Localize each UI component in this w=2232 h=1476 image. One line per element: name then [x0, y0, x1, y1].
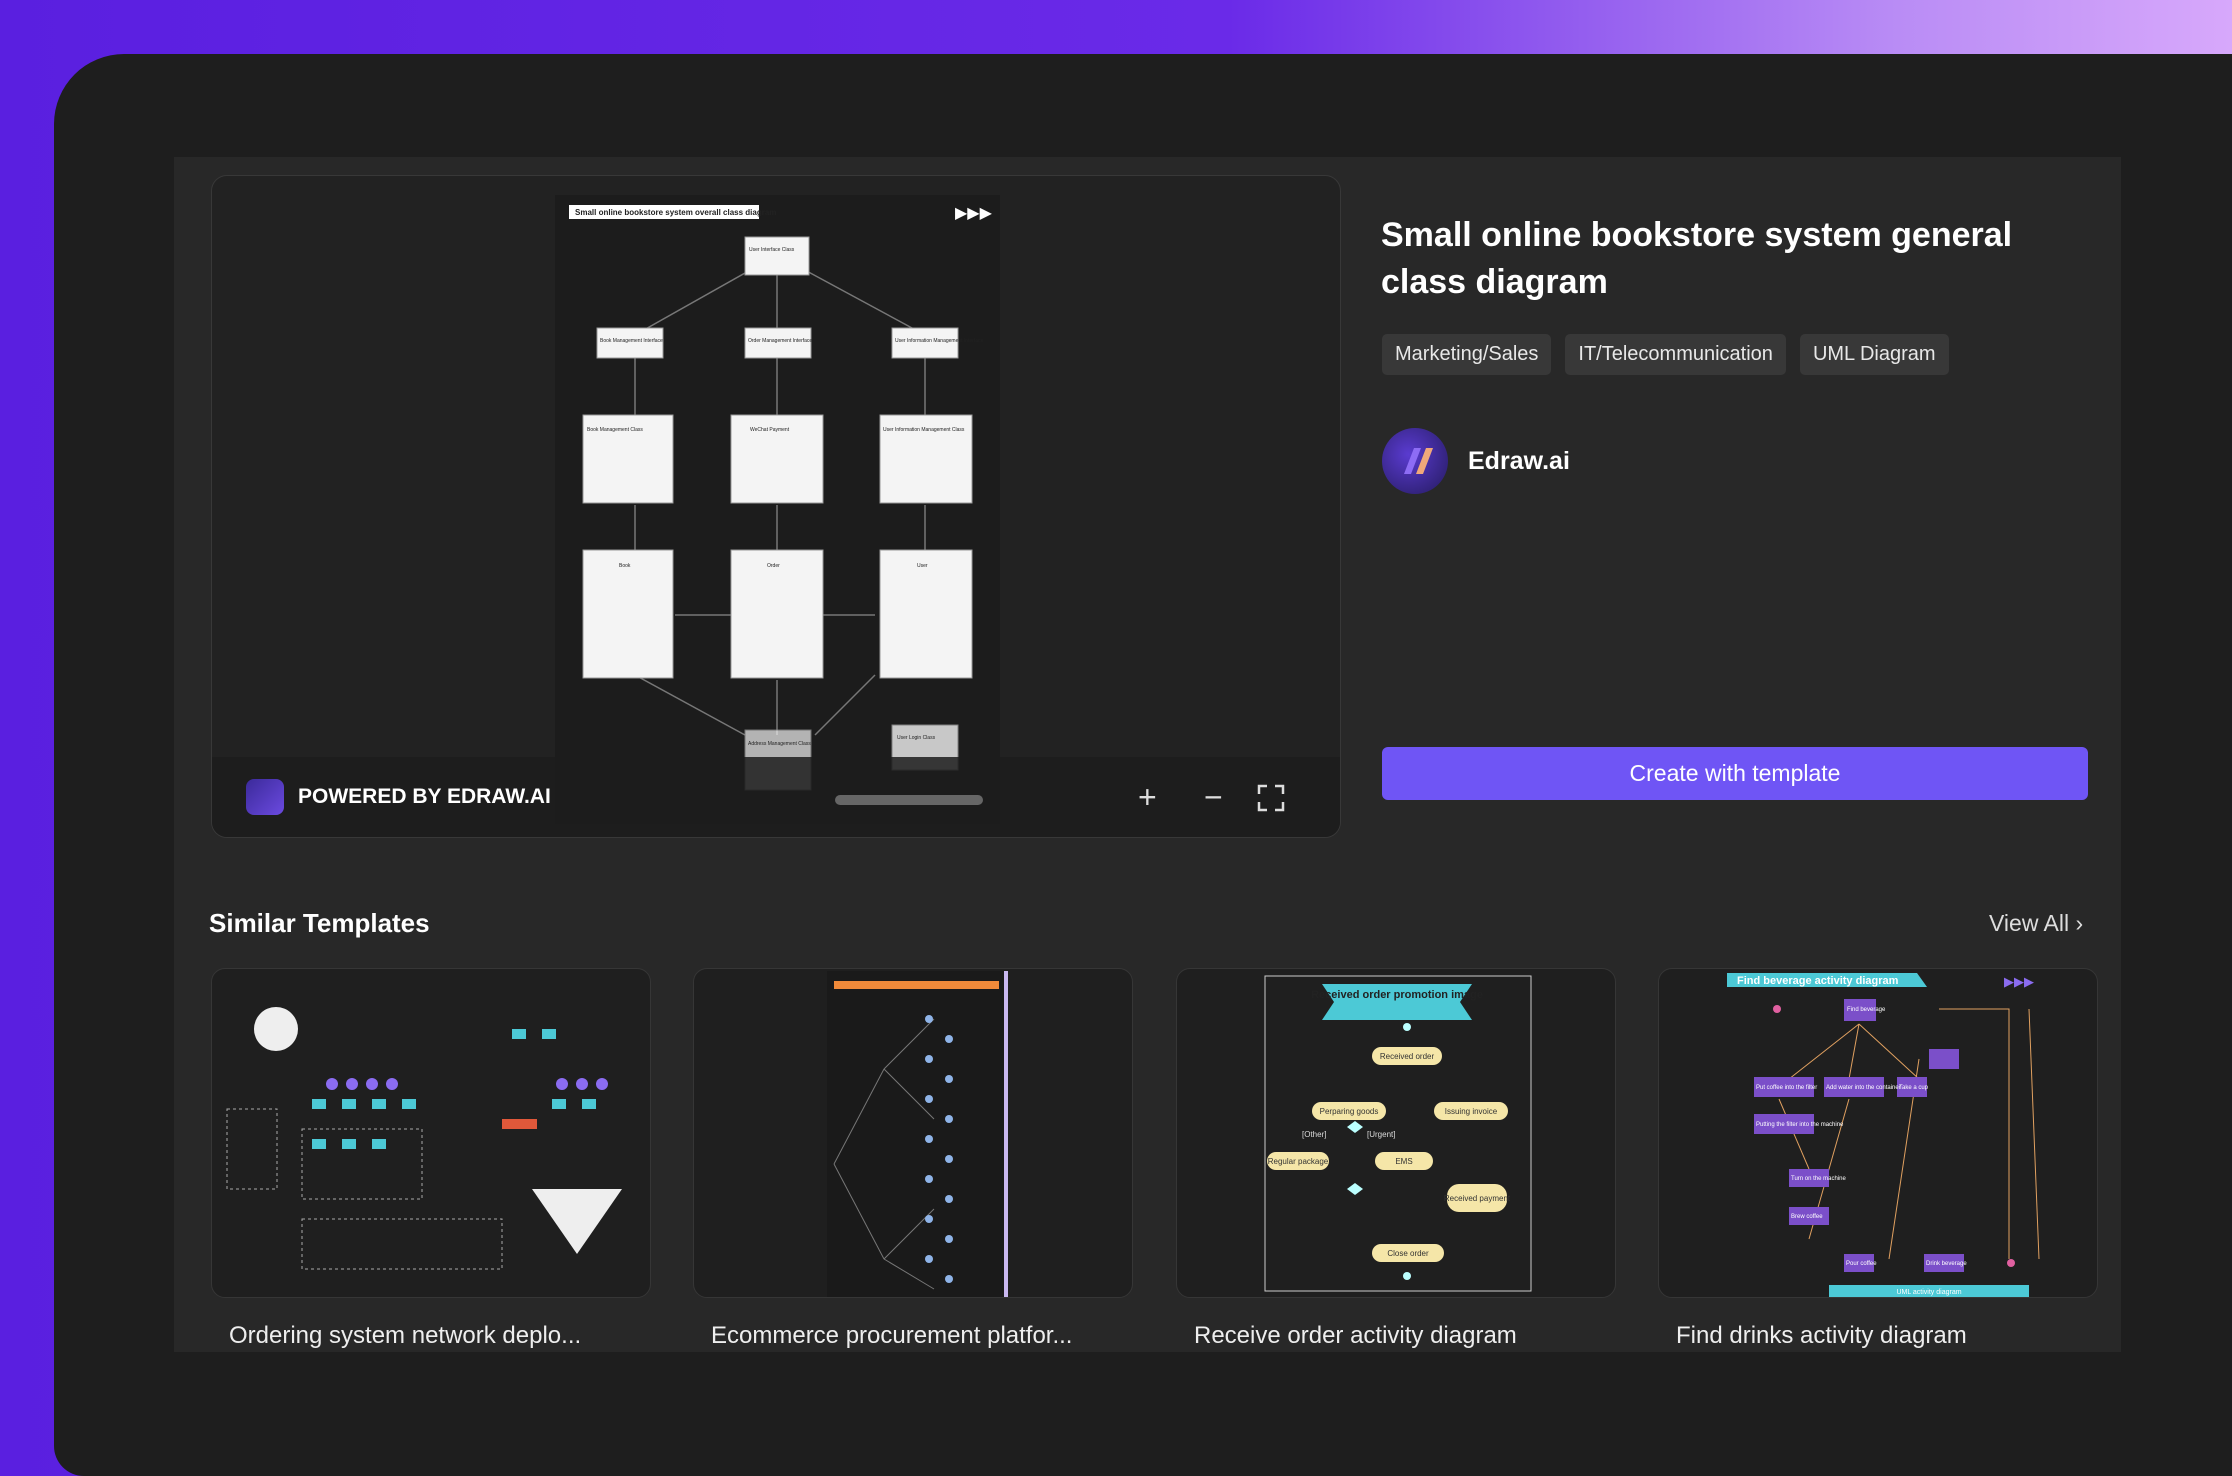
template-card[interactable]	[211, 968, 651, 1298]
svg-text:Received order promotion image: Received order promotion image	[1311, 989, 1483, 1001]
preview-toolbar: POWERED BY EDRAW.AI + −	[212, 757, 1340, 837]
svg-text:Regular package: Regular package	[1268, 1157, 1329, 1166]
svg-text:Turn on the machine: Turn on the machine	[1791, 1176, 1846, 1182]
svg-text:Put coffee into the filter: Put coffee into the filter	[1756, 1085, 1817, 1091]
author[interactable]: Edraw.ai	[1382, 428, 1570, 494]
svg-text:User Login Class: User Login Class	[897, 735, 936, 741]
card-thumbnail: Find beverage activity diagram ▶▶▶ Find …	[1727, 973, 2040, 1297]
card-caption[interactable]: Find drinks activity diagram	[1676, 1322, 2096, 1350]
svg-text:Order: Order	[767, 563, 780, 569]
chevron-right-icon: ›	[2075, 910, 2084, 936]
svg-text:User Information Management Cl: User Information Management Class	[883, 427, 965, 433]
tag[interactable]: Marketing/Sales	[1382, 334, 1552, 375]
svg-text:Received order: Received order	[1380, 1052, 1435, 1061]
card-caption[interactable]: Ordering system network deplo...	[229, 1322, 649, 1350]
svg-text:▶▶▶: ▶▶▶	[955, 205, 993, 222]
svg-text:Book Management Class: Book Management Class	[587, 427, 643, 433]
template-title: Small online bookstore system general cl…	[1381, 216, 2013, 301]
card-thumbnail: Received order promotion image Received …	[1264, 975, 1532, 1292]
svg-text:Perparing goods: Perparing goods	[1320, 1107, 1379, 1116]
svg-text:Find beverage activity diagram: Find beverage activity diagram	[1737, 975, 1899, 987]
svg-text:Book: Book	[619, 563, 631, 569]
template-preview[interactable]: Small online bookstore system overall cl…	[211, 175, 1341, 838]
card-caption[interactable]: Ecommerce procurement platfor...	[711, 1322, 1131, 1350]
template-card[interactable]	[693, 968, 1133, 1298]
svg-text:Issuing invoice: Issuing invoice	[1445, 1107, 1498, 1116]
svg-text:EMS: EMS	[1395, 1157, 1412, 1166]
fullscreen-icon[interactable]	[1257, 784, 1285, 812]
tag-list: Marketing/Sales IT/Telecommunication UML…	[1382, 334, 1949, 375]
svg-text:Pour coffee: Pour coffee	[1846, 1261, 1877, 1267]
tag[interactable]: UML Diagram	[1799, 334, 1949, 375]
author-name: Edraw.ai	[1468, 446, 1570, 475]
diagram-canvas[interactable]: Small online bookstore system overall cl…	[555, 195, 1000, 824]
avatar	[1382, 428, 1448, 494]
svg-text:[Other]: [Other]	[1302, 1130, 1326, 1139]
svg-text:Brew coffee: Brew coffee	[1791, 1214, 1823, 1220]
svg-text:Book Management Interface: Book Management Interface	[600, 338, 663, 344]
powered-by-label: POWERED BY EDRAW.AI	[298, 785, 551, 808]
svg-text:User Information Management In: User Information Management Interface	[895, 338, 984, 344]
svg-text:Take a cup: Take a cup	[1899, 1085, 1929, 1091]
svg-text:Close order: Close order	[1387, 1249, 1429, 1258]
template-card[interactable]: Find beverage activity diagram ▶▶▶ Find …	[1658, 968, 2098, 1298]
view-all-link[interactable]: View All ›	[1989, 910, 2083, 937]
svg-text:User: User	[917, 563, 928, 569]
zoom-out-button[interactable]: −	[1204, 781, 1223, 813]
svg-text:[Urgent]: [Urgent]	[1367, 1130, 1395, 1139]
svg-text:Address Management Class: Address Management Class	[748, 741, 811, 747]
create-with-template-button[interactable]: Create with template	[1382, 747, 2088, 800]
card-caption[interactable]: Receive order activity diagram	[1194, 1322, 1614, 1350]
tag[interactable]: IT/Telecommunication	[1565, 334, 1786, 375]
svg-text:Putting the filter into the ma: Putting the filter into the machine	[1756, 1122, 1844, 1128]
svg-text:User Interface Class: User Interface Class	[749, 247, 795, 253]
card-thumbnail	[827, 971, 1008, 1297]
svg-text:Received payment: Received payment	[1444, 1194, 1511, 1203]
svg-text:Add water into the container: Add water into the container	[1826, 1085, 1901, 1091]
edraw-logo-icon	[246, 779, 284, 815]
template-card[interactable]: Received order promotion image Received …	[1176, 968, 1616, 1298]
diagram-scrollbar[interactable]	[835, 795, 983, 805]
diagram-title: Small online bookstore system overall cl…	[575, 208, 776, 217]
svg-text:Order Management Interface: Order Management Interface	[748, 338, 812, 344]
card-thumbnail	[226, 1007, 622, 1270]
svg-text:WeChat Payment: WeChat Payment	[750, 427, 790, 433]
svg-text:UML activity diagram: UML activity diagram	[1896, 1289, 1961, 1296]
svg-text:Find beverage: Find beverage	[1847, 1007, 1886, 1013]
similar-templates-heading: Similar Templates	[209, 908, 430, 938]
svg-text:▶▶▶: ▶▶▶	[2004, 974, 2034, 989]
zoom-in-button[interactable]: +	[1138, 781, 1157, 813]
svg-text:Drink beverage: Drink beverage	[1926, 1261, 1967, 1267]
